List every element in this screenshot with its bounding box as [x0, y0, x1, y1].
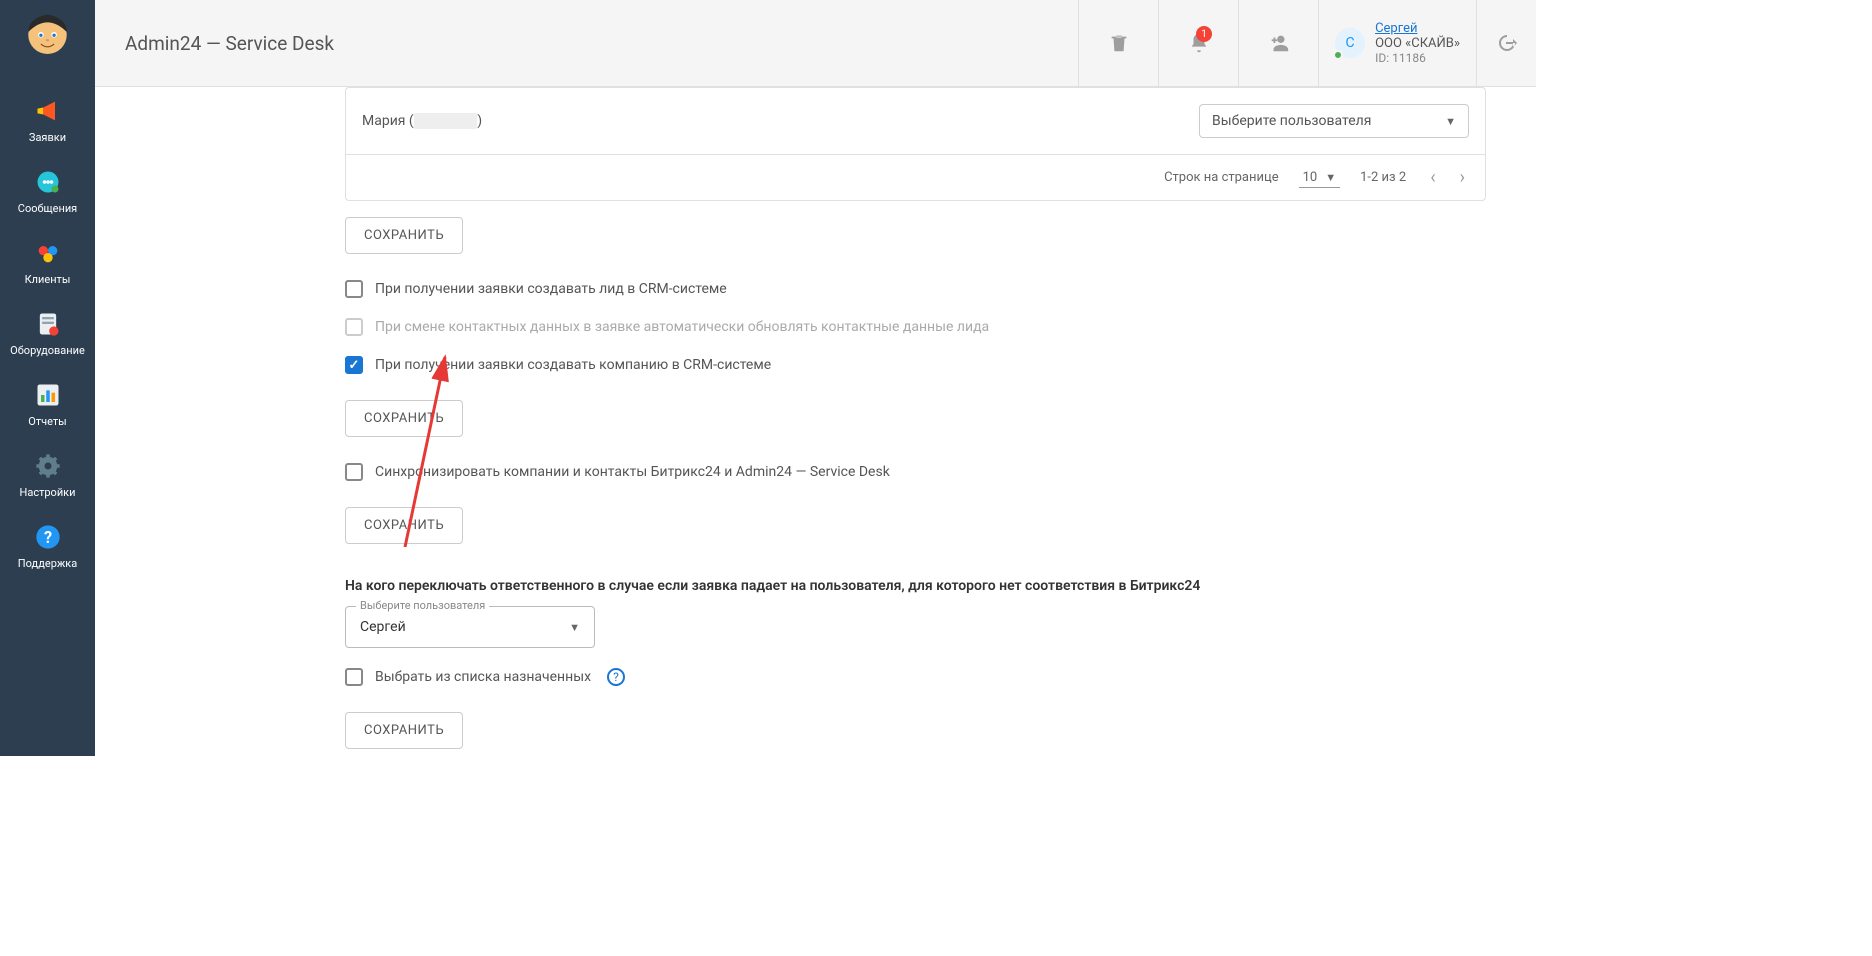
row-user-name: Мария ( ): [362, 113, 1199, 129]
user-id: ID: 11186: [1375, 51, 1460, 65]
notifications-button[interactable]: 1: [1158, 0, 1238, 86]
add-user-icon: [1268, 32, 1290, 54]
users-card: Мария ( ) Выберите пользователя ▼ Строк …: [345, 87, 1486, 201]
help-icon[interactable]: ?: [607, 668, 625, 686]
svg-text:?: ?: [43, 528, 51, 547]
user-company: ООО «СКАЙВ»: [1375, 36, 1460, 51]
page-info: 1-2 из 2: [1360, 170, 1406, 185]
checkbox-icon[interactable]: [345, 280, 363, 298]
checkbox-select-from-assigned[interactable]: Выбрать из списка назначенных ?: [345, 658, 1486, 696]
sidebar-item-support[interactable]: ? Поддержка: [0, 511, 95, 582]
save-button[interactable]: СОХРАНИТЬ: [345, 217, 463, 254]
users-icon: [34, 239, 62, 267]
header: Admin24 — Service Desk 1 С: [95, 0, 1536, 87]
help-icon: ?: [34, 523, 62, 551]
table-row: Мария ( ) Выберите пользователя ▼: [346, 88, 1485, 155]
rows-per-page-select[interactable]: 10 ▼: [1299, 168, 1341, 188]
checkbox-create-lead[interactable]: При получении заявки создавать лид в CRM…: [345, 270, 1486, 308]
checkbox-icon[interactable]: [345, 463, 363, 481]
rows-per-page-label: Строк на странице: [1164, 170, 1279, 185]
logout-button[interactable]: [1476, 0, 1536, 86]
blurred-text: [414, 113, 477, 129]
sidebar: Заявки Сообщения Клиенты Оборудование От…: [0, 0, 95, 756]
sidebar-item-reports[interactable]: Отчеты: [0, 369, 95, 440]
user-avatar: С: [1335, 28, 1365, 58]
chart-icon: [34, 381, 62, 409]
chevron-down-icon: ▼: [569, 621, 580, 634]
trash-icon: [1108, 32, 1130, 54]
status-indicator: [1333, 50, 1343, 60]
sidebar-item-clients[interactable]: Клиенты: [0, 227, 95, 298]
user-name-link[interactable]: Сергей: [1375, 21, 1460, 36]
sidebar-item-tickets[interactable]: Заявки: [0, 85, 95, 156]
trash-button[interactable]: [1078, 0, 1158, 86]
save-button[interactable]: СОХРАНИТЬ: [345, 507, 463, 544]
checkbox-icon-checked[interactable]: [345, 356, 363, 374]
chevron-down-icon: ▼: [1445, 115, 1456, 128]
chevron-down-icon: ▼: [1325, 171, 1336, 184]
prev-page-button[interactable]: ‹: [1430, 167, 1435, 188]
checkbox-sync-companies[interactable]: Синхронизировать компании и контакты Бит…: [345, 453, 1486, 491]
gear-icon: [34, 452, 62, 480]
page-title: Admin24 — Service Desk: [125, 32, 334, 55]
checkbox-icon[interactable]: [345, 668, 363, 686]
table-footer: Строк на странице 10 ▼ 1-2 из 2 ‹ ›: [346, 155, 1485, 200]
megaphone-icon: [34, 97, 62, 125]
sidebar-item-settings[interactable]: Настройки: [0, 440, 95, 511]
add-user-button[interactable]: [1238, 0, 1318, 86]
checkbox-update-lead: При смене контактных данных в заявке авт…: [345, 308, 1486, 346]
clipboard-icon: [34, 310, 62, 338]
sidebar-item-messages[interactable]: Сообщения: [0, 156, 95, 227]
next-page-button[interactable]: ›: [1460, 167, 1465, 188]
chat-icon: [34, 168, 62, 196]
app-logo: [20, 10, 75, 65]
checkbox-icon: [345, 318, 363, 336]
responsible-heading: На кого переключать ответственного в слу…: [345, 578, 1486, 594]
notification-badge: 1: [1196, 26, 1212, 42]
responsible-user-select[interactable]: Выберите пользователя Сергей ▼: [345, 606, 595, 648]
checkbox-create-company[interactable]: При получении заявки создавать компанию …: [345, 346, 1486, 384]
user-block[interactable]: С Сергей ООО «СКАЙВ» ID: 11186: [1318, 0, 1476, 86]
save-button[interactable]: СОХРАНИТЬ: [345, 400, 463, 437]
save-button[interactable]: СОХРАНИТЬ: [345, 712, 463, 749]
logout-icon: [1495, 31, 1519, 55]
sidebar-item-equipment[interactable]: Оборудование: [0, 298, 95, 369]
user-select[interactable]: Выберите пользователя ▼: [1199, 104, 1469, 138]
